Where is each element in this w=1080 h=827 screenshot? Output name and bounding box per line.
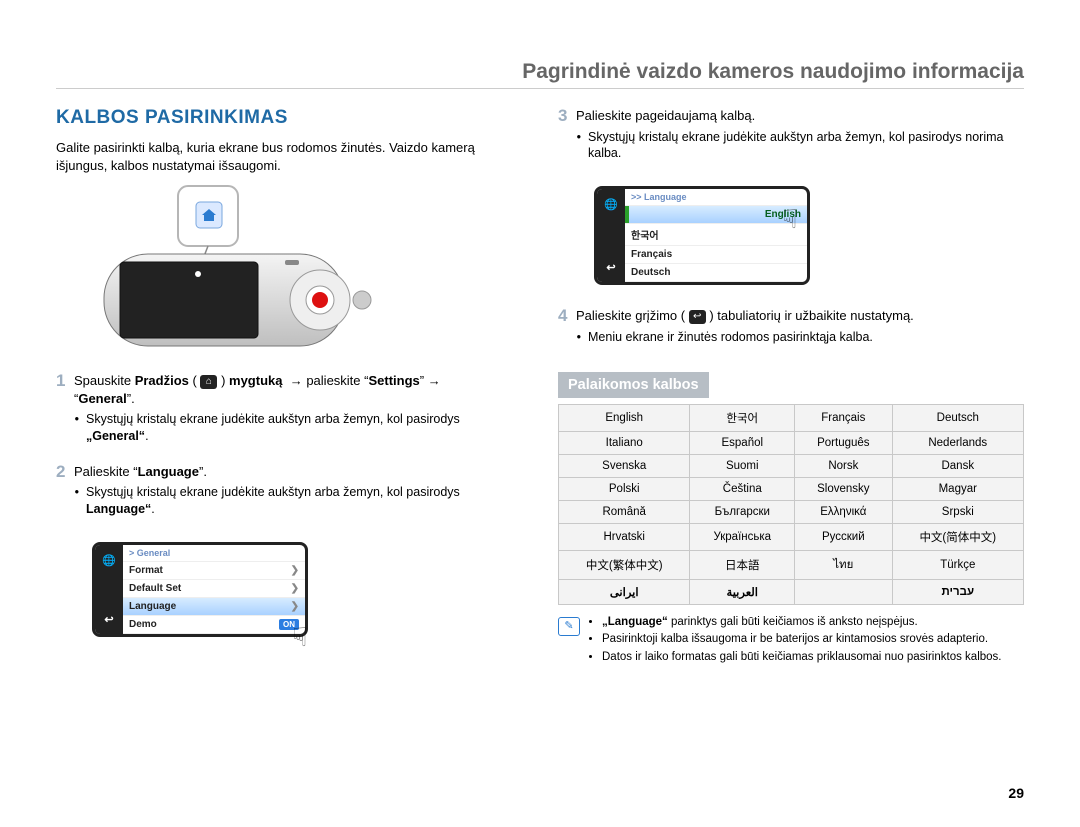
menu-general-screenshot: 🌐 ↩ > General Format❯ Default Set❯ Langu… <box>74 536 308 649</box>
table-cell: עברית <box>892 579 1023 604</box>
text: Pradžios <box>135 373 189 388</box>
table-cell: English <box>559 404 690 431</box>
table-cell: Deutsch <box>892 404 1023 431</box>
note-bullet: Datos ir laiko formatas gali būti keičia… <box>602 650 1001 666</box>
menu-row[interactable]: Default Set❯ <box>123 580 305 598</box>
camera-illustration <box>92 184 382 354</box>
table-cell: 한국어 <box>690 404 795 431</box>
text: mygtuką <box>229 373 282 388</box>
text: Language <box>138 464 199 479</box>
table-cell: Polski <box>559 477 690 500</box>
bullet: Skystųjų kristalų ekrane judėkite aukšty… <box>86 484 522 518</box>
step-2: 2 Palieskite “Language”. Skystųjų krista… <box>56 463 522 528</box>
bullet: Meniu ekrane ir žinutės rodomos pasirink… <box>588 329 1024 346</box>
chevron-right-icon: ❯ <box>291 583 299 594</box>
menu-row[interactable]: 한국어 <box>625 224 807 246</box>
text: Palieskite grįžimo ( <box>576 308 689 323</box>
bullet: Skystųjų kristalų ekrane judėkite aukšty… <box>86 411 522 445</box>
page-header: Pagrindinė vaizdo kameros naudojimo info… <box>56 60 1024 89</box>
table-cell: Dansk <box>892 454 1023 477</box>
note-bullet: „Language“ parinktys gali būti keičiamos… <box>602 615 1001 631</box>
table-cell: 日本語 <box>690 550 795 579</box>
text: ” <box>420 373 428 388</box>
step-number: 2 <box>56 463 74 528</box>
table-cell: Русский <box>795 523 892 550</box>
text: ( <box>189 373 201 388</box>
text: ) tabuliatorių ir užbaikite nustatymą. <box>706 308 914 323</box>
table-cell: Español <box>690 431 795 454</box>
table-cell: Português <box>795 431 892 454</box>
text: ”. <box>199 464 207 479</box>
chevron-right-icon: ❯ <box>291 601 299 612</box>
table-cell: Srpski <box>892 500 1023 523</box>
step-number: 4 <box>558 307 576 355</box>
step-number: 3 <box>558 107 576 172</box>
table-cell: ایرانی <box>559 579 690 604</box>
menu-row[interactable]: Français <box>625 246 807 264</box>
globe-icon: 🌐 <box>602 195 620 213</box>
supported-languages-heading: Palaikomos kalbos <box>558 372 709 398</box>
table-cell: 中文(简体中文) <box>892 523 1023 550</box>
step-3: 3 Palieskite pageidaujamą kalbą. Skystųj… <box>558 107 1024 172</box>
table-cell: Svenska <box>559 454 690 477</box>
table-cell: Български <box>690 500 795 523</box>
menu-header: >> Language <box>625 189 807 206</box>
return-icon: ↩ <box>602 258 620 276</box>
step-4: 4 Palieskite grįžimo ( ↩ ) tabuliatorių … <box>558 307 1024 355</box>
menu-row-selected[interactable]: English <box>625 206 807 224</box>
table-cell <box>795 579 892 604</box>
table-cell: Italiano <box>559 431 690 454</box>
table-cell: Українська <box>690 523 795 550</box>
bullet: Skystųjų kristalų ekrane judėkite aukšty… <box>588 129 1024 163</box>
on-badge: ON <box>279 619 299 630</box>
table-cell: Norsk <box>795 454 892 477</box>
text: ”. <box>127 391 135 406</box>
text: ) <box>217 373 229 388</box>
text: palieskite “ <box>303 373 369 388</box>
section-title: KALBOS PASIRINKIMAS <box>56 107 522 129</box>
table-cell: Hrvatski <box>559 523 690 550</box>
table-cell: Slovensky <box>795 477 892 500</box>
note-icon: ✎ <box>558 617 580 636</box>
page-number: 29 <box>1008 785 1024 801</box>
arrow-icon: → <box>428 373 441 388</box>
table-cell: Română <box>559 500 690 523</box>
table-cell: العربية <box>690 579 795 604</box>
table-cell: Türkçe <box>892 550 1023 579</box>
step-1: 1 Spauskite Pradžios ( ⌂ ) mygtuką → pal… <box>56 372 522 455</box>
table-cell: ไทย <box>795 550 892 579</box>
table-cell: Nederlands <box>892 431 1023 454</box>
globe-icon: 🌐 <box>100 551 118 569</box>
menu-header: > General <box>123 545 305 562</box>
chevron-right-icon: ❯ <box>291 565 299 576</box>
table-cell: Ελληνικά <box>795 500 892 523</box>
table-cell: Magyar <box>892 477 1023 500</box>
right-column: 3 Palieskite pageidaujamą kalbą. Skystųj… <box>558 107 1024 667</box>
menu-row[interactable]: DemoON <box>123 616 305 634</box>
language-table: English한국어FrançaisDeutsch ItalianoEspaño… <box>558 404 1024 605</box>
home-icon: ⌂ <box>200 375 217 389</box>
text: Palieskite “ <box>74 464 138 479</box>
menu-row[interactable]: Deutsch <box>625 264 807 282</box>
note-bullet: Pasirinktoji kalba išsaugoma ir be bater… <box>602 632 1001 648</box>
return-icon: ↩ <box>689 310 706 324</box>
return-icon: ↩ <box>100 610 118 628</box>
step-number: 1 <box>56 372 74 455</box>
note-box: ✎ „Language“ parinktys gali būti keičiam… <box>558 615 1024 668</box>
text: Palieskite pageidaujamą kalbą. <box>576 108 755 123</box>
arrow-icon: → <box>290 373 303 388</box>
text: Settings <box>368 373 419 388</box>
table-cell: 中文(繁体中文) <box>559 550 690 579</box>
table-cell: Français <box>795 404 892 431</box>
menu-row-selected[interactable]: Language❯ <box>123 598 305 616</box>
table-cell: Čeština <box>690 477 795 500</box>
menu-row[interactable]: Format❯ <box>123 562 305 580</box>
intro-text: Galite pasirinkti kalbą, kuria ekrane bu… <box>56 139 522 174</box>
menu-language-screenshot: 🌐 ↩ >> Language English 한국어 Français Deu… <box>576 180 810 297</box>
text: Spauskite <box>74 373 135 388</box>
table-cell: Suomi <box>690 454 795 477</box>
left-column: KALBOS PASIRINKIMAS Galite pasirinkti ka… <box>56 107 522 667</box>
text: General <box>78 391 126 406</box>
